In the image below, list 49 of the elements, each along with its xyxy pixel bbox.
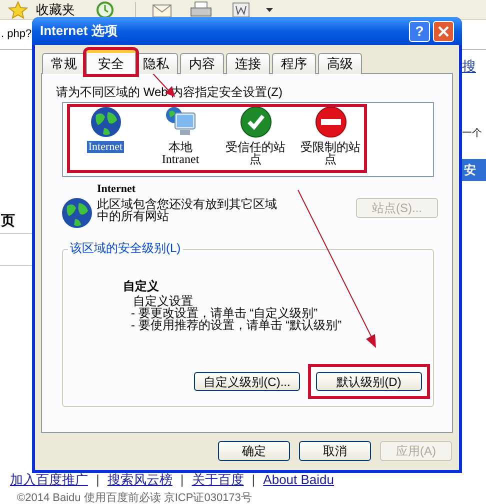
document-icon[interactable] (232, 2, 250, 18)
separator-text: | (96, 471, 100, 489)
level-name: 自定义 (123, 279, 160, 293)
dropdown-arrow-icon[interactable] (266, 8, 273, 12)
detail-text: 自定义设置 (133, 295, 193, 307)
search-link[interactable]: 搜 (462, 56, 486, 77)
close-button[interactable] (433, 20, 454, 42)
address-text: . php? (0, 27, 32, 42)
printer-icon[interactable] (190, 0, 212, 18)
separator-text: | (180, 471, 184, 489)
zone-item[interactable]: 受信任的站点 (224, 141, 286, 165)
detail-text: - 要更改设置，请单击 “自定义级别” (131, 307, 318, 319)
tab[interactable]: 连接 (226, 53, 270, 74)
page-heading-text: 页 (1, 211, 15, 230)
tab[interactable]: 高级 (318, 53, 362, 74)
install-button[interactable]: 安 (462, 159, 486, 181)
detail-text: - 要使用推荐的设置，请单击 “默认级别” (131, 319, 343, 331)
globe-icon (90, 106, 122, 138)
no-entry-icon (314, 106, 346, 138)
computer-icon (164, 106, 196, 138)
separator-text: | (252, 471, 256, 489)
side-text: 一个 (462, 127, 483, 141)
tab[interactable]: 常规 (42, 53, 86, 74)
footer-link[interactable]: About Baidu (263, 470, 334, 490)
dialog-button[interactable]: 取消 (299, 441, 371, 461)
group-legend: 该区域的安全级别(L) (68, 241, 183, 255)
tab[interactable]: 内容 (180, 53, 224, 74)
level-button[interactable]: 自定义级别(C)... (194, 372, 300, 391)
help-button[interactable]: ? (409, 20, 430, 42)
favorites-label[interactable]: 收藏夹 (36, 0, 75, 20)
check-icon (240, 106, 272, 138)
globe-icon (61, 197, 93, 229)
tab[interactable]: 安全 (86, 50, 136, 74)
zone-item[interactable]: 受限制的站点 (300, 141, 362, 165)
level-button[interactable]: 默认级别(D) (316, 372, 422, 391)
close-icon[interactable] (438, 26, 449, 36)
mail-icon[interactable] (152, 2, 174, 18)
zone-description: 此区域包含您还没有放到其它区域中的所有网站 (97, 198, 278, 222)
window-title: Internet 选项 (40, 22, 118, 40)
footer-link[interactable]: 加入百度推广 (10, 470, 88, 490)
zone-item[interactable]: 本地 Intranet (160, 141, 200, 165)
copyright-text: ©2014 Baidu 使用百度前必读 京ICP证030173号 (17, 490, 252, 504)
footer-link[interactable]: 搜索风云榜 (107, 470, 172, 490)
footer-link[interactable]: 关于百度 (192, 470, 244, 490)
zone-item[interactable]: Internet (87, 141, 124, 153)
tab[interactable]: 程序 (272, 53, 316, 74)
zone-name: Internet (97, 183, 136, 195)
dialog-button[interactable]: 确定 (218, 441, 290, 461)
star-icon[interactable] (8, 0, 28, 18)
